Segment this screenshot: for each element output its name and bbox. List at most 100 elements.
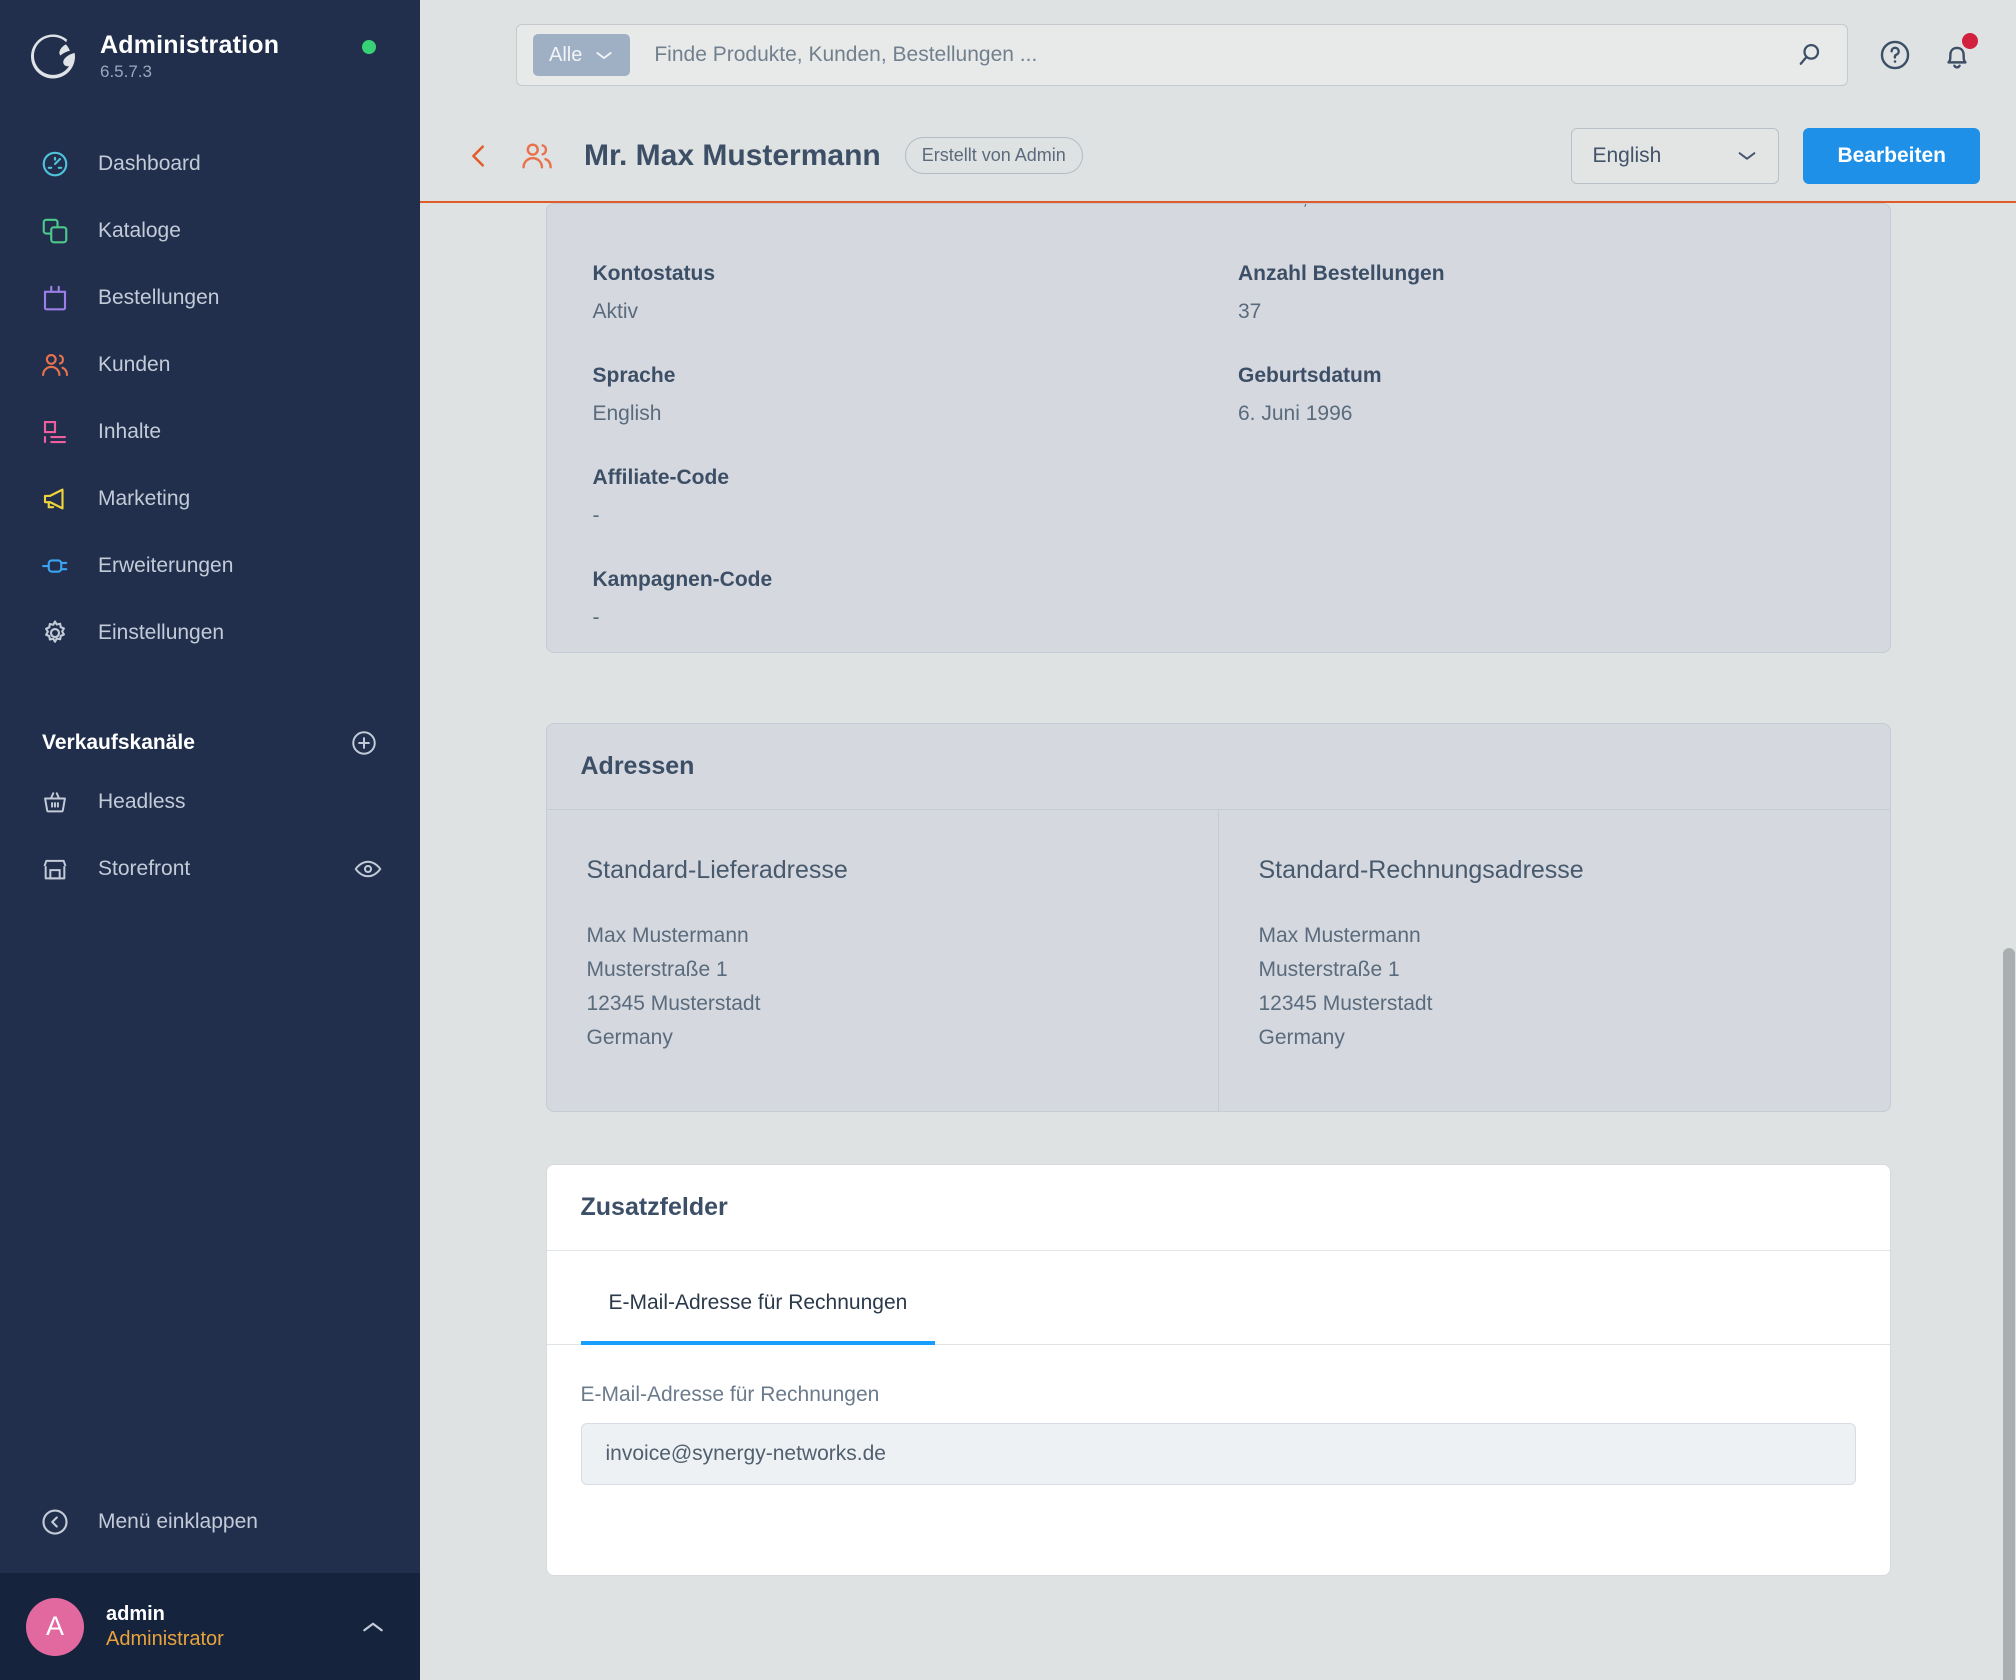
status-indicator-dot — [362, 40, 376, 54]
addresses-card: Adressen Standard-Lieferadresse Max Must… — [545, 723, 1891, 1113]
sidebar-item-label: Dashboard — [98, 151, 201, 175]
info-field-value: Invoice — [593, 204, 1199, 210]
orders-bag-icon — [38, 281, 72, 315]
info-field-sprache: Sprache English — [593, 324, 1199, 426]
page-header: Mr. Max Mustermann Erstellt von Admin En… — [420, 110, 2016, 203]
content-scrollbar[interactable] — [2002, 406, 2016, 1680]
avatar: A — [26, 1597, 84, 1656]
topbar: Alle — [420, 0, 2016, 110]
sidebar-item-kunden[interactable]: Kunden — [0, 331, 420, 398]
help-icon[interactable] — [1872, 32, 1918, 78]
chevron-down-icon — [596, 51, 612, 59]
collapse-chevron-left-icon — [38, 1505, 72, 1539]
address-line: Germany — [586, 1026, 673, 1050]
sidebar-item-einstellungen[interactable]: Einstellungen — [0, 599, 420, 666]
info-field-value: 12.058,02 € — [1238, 204, 1844, 210]
info-field-clipped-left: Invoice — [593, 204, 1199, 222]
customers-icon — [520, 139, 554, 173]
sidebar-item-label: Kunden — [98, 352, 171, 376]
add-sales-channel-icon[interactable] — [350, 729, 378, 757]
sidebar: Administration 6.5.7.3 Dashboard Katalog… — [0, 0, 420, 1680]
brand-version: 6.5.7.3 — [100, 62, 152, 82]
info-field-kampagnen-code: Kampagnen-Code - — [593, 528, 1199, 630]
megaphone-icon — [38, 482, 72, 516]
page-title: Mr. Max Mustermann — [584, 138, 881, 172]
info-field-label: Geburtsdatum — [1238, 364, 1382, 387]
info-field-spacer — [1238, 426, 1844, 528]
sidebar-item-label: Bestellungen — [98, 285, 220, 309]
info-field-anzahl-bestellungen: Anzahl Bestellungen 37 — [1238, 222, 1844, 324]
page-header-actions: English Bearbeiten — [1571, 127, 1980, 184]
info-field-label: Kampagnen-Code — [592, 568, 773, 591]
info-field-value: English — [592, 402, 662, 425]
address-line: Max Mustermann — [586, 924, 749, 947]
chevron-up-icon[interactable] — [360, 1619, 386, 1635]
sales-channels-header: Verkaufskanäle — [0, 718, 420, 768]
shopware-logo-icon — [26, 30, 80, 84]
address-line: Musterstraße 1 — [1258, 958, 1400, 982]
sidebar-item-marketing[interactable]: Marketing — [0, 465, 420, 532]
custom-fields-card: Zusatzfelder E-Mail-Adresse für Rechnung… — [545, 1164, 1891, 1577]
content-icon — [38, 415, 72, 449]
info-field-value: Aktiv — [592, 300, 639, 323]
custom-fields-tabs: E-Mail-Adresse für Rechnungen — [546, 1251, 1890, 1346]
sidebar-item-headless[interactable]: Headless — [0, 768, 420, 835]
edit-button[interactable]: Bearbeiten — [1803, 127, 1980, 184]
brand-header[interactable]: Administration 6.5.7.3 — [0, 0, 420, 84]
invoice-email-field[interactable]: invoice@synergy-networks.de — [580, 1423, 1856, 1486]
admin-app: Administration 6.5.7.3 Dashboard Katalog… — [0, 0, 2016, 1680]
content-inner: Invoice 12.058,02 € Kontostatus Aktiv An… — [545, 203, 1891, 1577]
shipping-address-lines: Max Mustermann Musterstraße 1 12345 Must… — [587, 919, 1178, 1055]
notifications-button[interactable] — [1934, 32, 1980, 78]
address-line: Max Mustermann — [1258, 924, 1421, 947]
info-field-geburtsdatum: Geburtsdatum 6. Juni 1996 — [1238, 324, 1844, 426]
brand-title: Administration — [100, 30, 280, 59]
billing-address-title: Standard-Rechnungsadresse — [1258, 856, 1584, 884]
address-line: Germany — [1258, 1026, 1345, 1050]
info-field-value: - — [592, 606, 600, 629]
sidebar-item-label: Einstellungen — [98, 620, 225, 644]
address-line: Musterstraße 1 — [586, 958, 728, 982]
sidebar-item-label: Erweiterungen — [98, 553, 234, 577]
storefront-icon — [38, 852, 72, 886]
global-search[interactable]: Alle — [516, 24, 1848, 86]
sidebar-item-inhalte[interactable]: Inhalte — [0, 398, 420, 465]
notification-badge-dot — [1962, 33, 1978, 49]
shipping-address-title: Standard-Lieferadresse — [586, 856, 848, 884]
user-menu[interactable]: A admin Administrator — [0, 1573, 420, 1680]
language-select[interactable]: English — [1571, 127, 1780, 184]
sidebar-item-erweiterungen[interactable]: Erweiterungen — [0, 532, 420, 599]
custom-fields-card-title: Zusatzfelder — [546, 1165, 1890, 1252]
address-line: 12345 Musterstadt — [586, 992, 761, 1016]
billing-address-lines: Max Mustermann Musterstraße 1 12345 Must… — [1259, 919, 1850, 1055]
back-button[interactable] — [464, 141, 494, 171]
sidebar-item-label: Headless — [98, 789, 186, 813]
tab-email-invoice[interactable]: E-Mail-Adresse für Rechnungen — [580, 1251, 936, 1346]
preview-eye-icon[interactable] — [354, 859, 382, 879]
search-input[interactable] — [654, 43, 1787, 67]
shipping-address: Standard-Lieferadresse Max Mustermann Mu… — [547, 810, 1218, 1111]
info-field-affiliate-code: Affiliate-Code - — [593, 426, 1199, 528]
info-field-value: 37 — [1238, 300, 1262, 323]
search-scope-dropdown[interactable]: Alle — [533, 34, 631, 76]
info-field-label: Kontostatus — [592, 262, 716, 285]
collapse-menu-button[interactable]: Menü einklappen — [0, 1492, 420, 1552]
info-field-label: Sprache — [592, 364, 676, 387]
info-field-value: 6. Juni 1996 — [1238, 402, 1353, 425]
sidebar-item-storefront[interactable]: Storefront — [0, 835, 420, 902]
sales-channels-title: Verkaufskanäle — [42, 731, 195, 754]
content-scroll-area: Invoice 12.058,02 € Kontostatus Aktiv An… — [420, 203, 2016, 1680]
customers-icon — [38, 348, 72, 382]
scrollbar-thumb[interactable] — [2003, 948, 2015, 1680]
search-icon[interactable] — [1787, 32, 1833, 78]
sidebar-item-dashboard[interactable]: Dashboard — [0, 130, 420, 197]
sidebar-item-kataloge[interactable]: Kataloge — [0, 197, 420, 264]
plugin-icon — [38, 549, 72, 583]
sidebar-item-bestellungen[interactable]: Bestellungen — [0, 264, 420, 331]
sidebar-item-label: Marketing — [98, 486, 191, 510]
topbar-icons — [1872, 32, 1980, 78]
address-line: 12345 Musterstadt — [1258, 992, 1433, 1016]
custom-fields-form: E-Mail-Adresse für Rechnungen invoice@sy… — [547, 1345, 1890, 1575]
basket-icon — [38, 785, 72, 819]
collapse-menu-label: Menü einklappen — [98, 1510, 258, 1533]
